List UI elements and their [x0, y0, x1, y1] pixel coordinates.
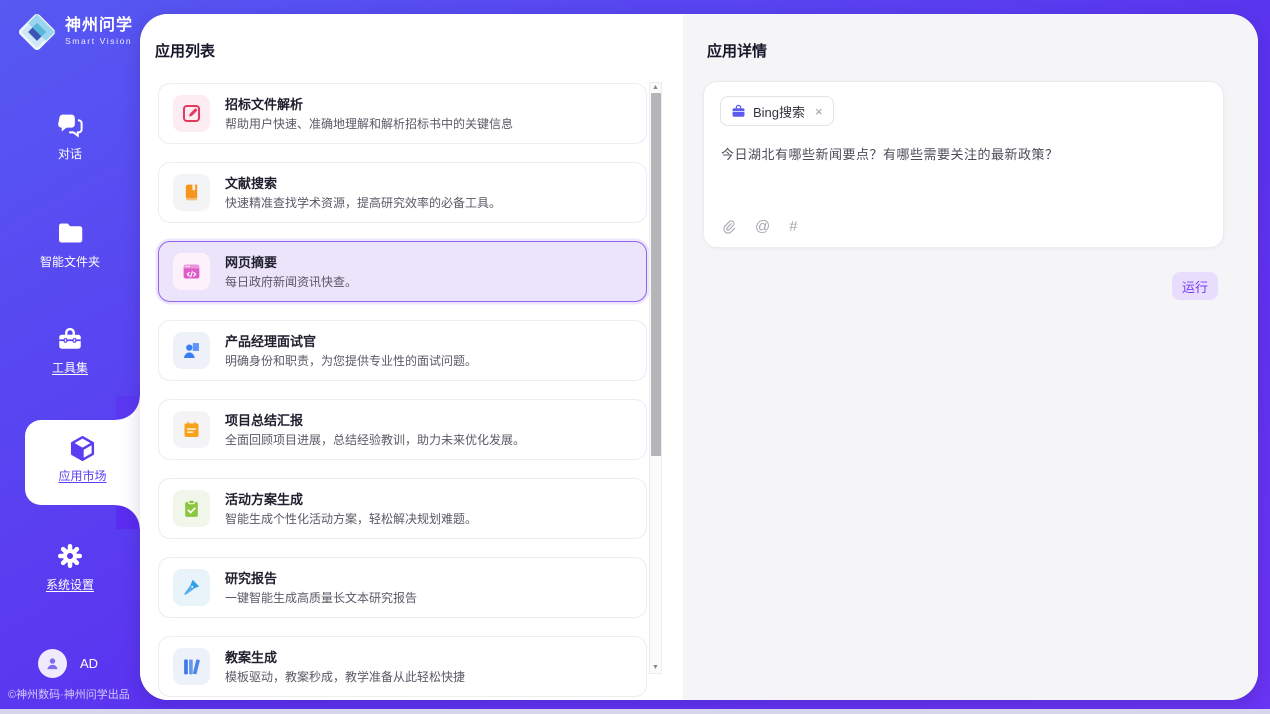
- app-card-title: 网页摘要: [225, 256, 357, 269]
- chat-icon: [55, 110, 85, 140]
- app-card-desc: 明确身份和职责，为您提供专业性的面试问题。: [225, 355, 477, 367]
- brand-subtitle: Smart Vision: [65, 37, 133, 46]
- sidebar-item-label: 智能文件夹: [40, 253, 100, 270]
- briefcase-icon: [731, 104, 746, 119]
- brand-title: 神州问学: [65, 18, 133, 34]
- sidebar-item-settings[interactable]: 系统设置: [0, 541, 140, 594]
- paperclip-icon[interactable]: [721, 219, 736, 234]
- app-card-desc: 模板驱动，教案秒成，教学准备从此轻松快捷: [225, 671, 465, 683]
- app-card-list: 招标文件解析 帮助用户快速、准确地理解和解析招标书中的关键信息 文献搜索 快速精…: [158, 83, 647, 700]
- user-doc-icon: [173, 332, 210, 369]
- pen-square-icon: [173, 95, 210, 132]
- sidebar-item-chat[interactable]: 对话: [0, 110, 140, 163]
- folder-icon: [55, 218, 85, 248]
- sidebar-item-label: 应用市场: [58, 467, 106, 484]
- run-button[interactable]: 运行: [1172, 272, 1218, 300]
- cube-icon: [67, 433, 98, 464]
- brand-logo: 神州问学 Smart Vision: [16, 11, 133, 53]
- copyright-footer: ©神州数码·神州问学出品: [8, 686, 130, 702]
- app-card-title: 产品经理面试官: [225, 335, 477, 348]
- app-card-desc: 智能生成个性化活动方案，轻松解决规划难题。: [225, 513, 477, 525]
- app-card[interactable]: 招标文件解析 帮助用户快速、准确地理解和解析招标书中的关键信息: [158, 83, 647, 144]
- app-card[interactable]: 文献搜索 快速精准查找学术资源，提高研究效率的必备工具。: [158, 162, 647, 223]
- avatar: [38, 649, 67, 678]
- app-detail-title: 应用详情: [707, 40, 767, 61]
- user-account[interactable]: AD: [38, 649, 98, 678]
- clipboard-check-icon: [173, 490, 210, 527]
- sidebar: 神州问学 Smart Vision 对话 智能文件夹 工具集: [0, 0, 140, 714]
- app-card-desc: 快速精准查找学术资源，提高研究效率的必备工具。: [225, 197, 501, 209]
- app-card[interactable]: 产品经理面试官 明确身份和职责，为您提供专业性的面试问题。: [158, 320, 647, 381]
- tag-close-icon[interactable]: ×: [815, 105, 823, 118]
- app-list-title: 应用列表: [155, 40, 215, 61]
- app-card-title: 活动方案生成: [225, 493, 477, 506]
- tool-tag-bing-search[interactable]: Bing搜索 ×: [720, 96, 834, 126]
- app-card-title: 教案生成: [225, 651, 465, 664]
- app-card-desc: 一键智能生成高质量长文本研究报告: [225, 592, 417, 604]
- sidebar-item-app-market[interactable]: 应用市场: [25, 420, 140, 505]
- sidebar-item-smart-folder[interactable]: 智能文件夹: [0, 218, 140, 271]
- app-card-title: 招标文件解析: [225, 98, 513, 111]
- main-panel: 应用列表 招标文件解析 帮助用户快速、准确地理解和解析招标书中的关键信息 文献搜…: [140, 14, 1258, 700]
- app-card-title: 项目总结汇报: [225, 414, 525, 427]
- browser-code-icon: [173, 253, 210, 290]
- gear-icon: [55, 541, 85, 571]
- books-icon: [173, 648, 210, 685]
- app-card[interactable]: 项目总结汇报 全面回顾项目进展，总结经验教训，助力未来优化发展。: [158, 399, 647, 460]
- hash-icon[interactable]: #: [789, 219, 797, 234]
- app-card[interactable]: 网页摘要 每日政府新闻资讯快查。: [158, 241, 647, 302]
- app-card[interactable]: 研究报告 一键智能生成高质量长文本研究报告: [158, 557, 647, 618]
- query-card: Bing搜索 × 今日湖北有哪些新闻要点？有哪些需要关注的最新政策？ @ #: [703, 81, 1224, 248]
- book-icon: [173, 174, 210, 211]
- sidebar-item-label: 工具集: [52, 359, 88, 376]
- sidebar-item-label: 系统设置: [46, 576, 94, 593]
- ink-pen-icon: [173, 569, 210, 606]
- app-card-desc: 帮助用户快速、准确地理解和解析招标书中的关键信息: [225, 118, 513, 130]
- scrollbar-thumb[interactable]: [651, 93, 661, 456]
- scrollbar-up-arrow-icon[interactable]: ▲: [650, 83, 661, 93]
- mention-icon[interactable]: @: [755, 219, 770, 234]
- scrollbar-down-arrow-icon[interactable]: ▼: [650, 663, 661, 673]
- app-card-title: 研究报告: [225, 572, 417, 585]
- tool-tag-label: Bing搜索: [753, 102, 805, 121]
- input-toolbar: @ #: [721, 219, 798, 234]
- app-card-title: 文献搜索: [225, 177, 501, 190]
- app-card-desc: 每日政府新闻资讯快查。: [225, 276, 357, 288]
- sidebar-item-toolset[interactable]: 工具集: [0, 324, 140, 377]
- app-card[interactable]: 活动方案生成 智能生成个性化活动方案，轻松解决规划难题。: [158, 478, 647, 539]
- query-text[interactable]: 今日湖北有哪些新闻要点？有哪些需要关注的最新政策？: [721, 145, 1207, 165]
- toolbox-icon: [55, 324, 85, 354]
- sidebar-item-label: 对话: [58, 145, 82, 162]
- app-list-scrollbar[interactable]: ▲ ▼: [649, 82, 662, 674]
- diamond-logo-icon: [16, 11, 58, 53]
- person-icon: [44, 655, 61, 672]
- user-name: AD: [80, 656, 98, 671]
- calendar-note-icon: [173, 411, 210, 448]
- window-bottom-edge: [0, 709, 1270, 714]
- app-detail-panel: 应用详情 Bing搜索 × 今日湖北有哪些新闻要点？有哪些需要关注的最新政策？ …: [683, 14, 1258, 700]
- app-card[interactable]: 教案生成 模板驱动，教案秒成，教学准备从此轻松快捷: [158, 636, 647, 697]
- app-card-desc: 全面回顾项目进展，总结经验教训，助力未来优化发展。: [225, 434, 525, 446]
- app-list-panel: 应用列表 招标文件解析 帮助用户快速、准确地理解和解析招标书中的关键信息 文献搜…: [140, 14, 683, 700]
